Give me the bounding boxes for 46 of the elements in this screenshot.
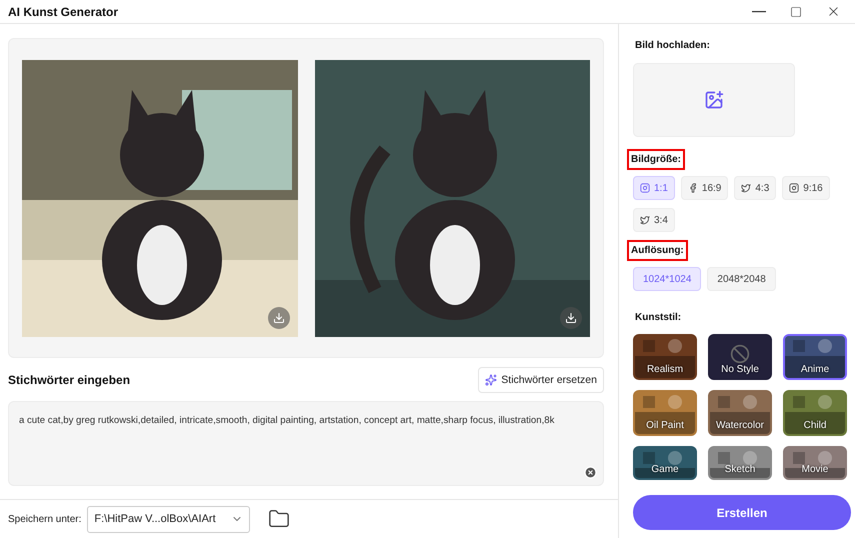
download-icon	[565, 312, 577, 324]
window-title: AI Kunst Generator	[8, 4, 118, 18]
upload-label: Bild hochladen:	[634, 39, 711, 53]
style-tile[interactable]: Game	[633, 446, 697, 480]
ratio-option[interactable]: 1:1	[633, 176, 675, 200]
clear-button[interactable]	[584, 466, 597, 479]
ratio-option[interactable]: 9:16	[782, 176, 830, 200]
style-tile[interactable]: No Style	[708, 334, 772, 380]
style-tile[interactable]: Realism	[633, 334, 697, 380]
resolution-option[interactable]: 2048*2048	[707, 267, 776, 291]
minimize-icon	[752, 10, 766, 12]
resolution-label: Auflösung:	[627, 240, 688, 261]
prompt-title: Stichwörter eingeben	[8, 373, 130, 387]
facebook-icon	[688, 183, 698, 193]
style-tile[interactable]: Child	[783, 390, 847, 436]
folder-icon	[268, 508, 290, 530]
maximize-button[interactable]	[790, 6, 802, 18]
bird-icon	[640, 215, 650, 225]
resolution-option[interactable]: 1024*1024	[633, 267, 702, 291]
instagram-icon	[640, 183, 650, 193]
style-tile[interactable]: Movie	[783, 446, 847, 480]
style-tile[interactable]: Sketch	[708, 446, 772, 480]
ratio-option[interactable]: 4:3	[734, 176, 776, 200]
bird-icon	[741, 183, 752, 193]
sparkle-icon	[485, 374, 498, 386]
minimize-button[interactable]	[752, 10, 766, 12]
no-style-icon	[730, 344, 750, 364]
prompt-field[interactable]: a cute cat,by greg rutkowski,detailed, intricate,smooth, digital painting, artstation, concept art, matte,sharp focus, illustration,8k	[8, 401, 604, 486]
size-label: Bildgröße:	[627, 149, 685, 170]
style-tile[interactable]: Watercolor	[708, 390, 772, 436]
instagram-icon	[789, 183, 800, 193]
replace-keywords-button[interactable]: Stichwörter ersetzen	[478, 367, 604, 393]
style-tile[interactable]: Anime	[783, 334, 847, 380]
maximize-icon	[790, 6, 802, 18]
save-path-dropdown[interactable]: F:\HitPaw V...olBox\AIArt	[87, 506, 250, 532]
create-button[interactable]: Erstellen	[633, 495, 851, 530]
style-label: Kunststil:	[634, 311, 682, 325]
ratio-option[interactable]: 16:9	[680, 176, 728, 200]
download-button[interactable]	[560, 307, 582, 329]
ratio-option[interactable]: 3:4	[633, 208, 675, 232]
download-icon	[272, 312, 284, 324]
save-label: Speichern unter:	[8, 514, 82, 524]
style-tile[interactable]: Oil Paint	[633, 390, 697, 436]
add-image-icon	[704, 90, 724, 110]
clear-icon	[584, 466, 597, 479]
folder-button[interactable]	[268, 508, 290, 530]
